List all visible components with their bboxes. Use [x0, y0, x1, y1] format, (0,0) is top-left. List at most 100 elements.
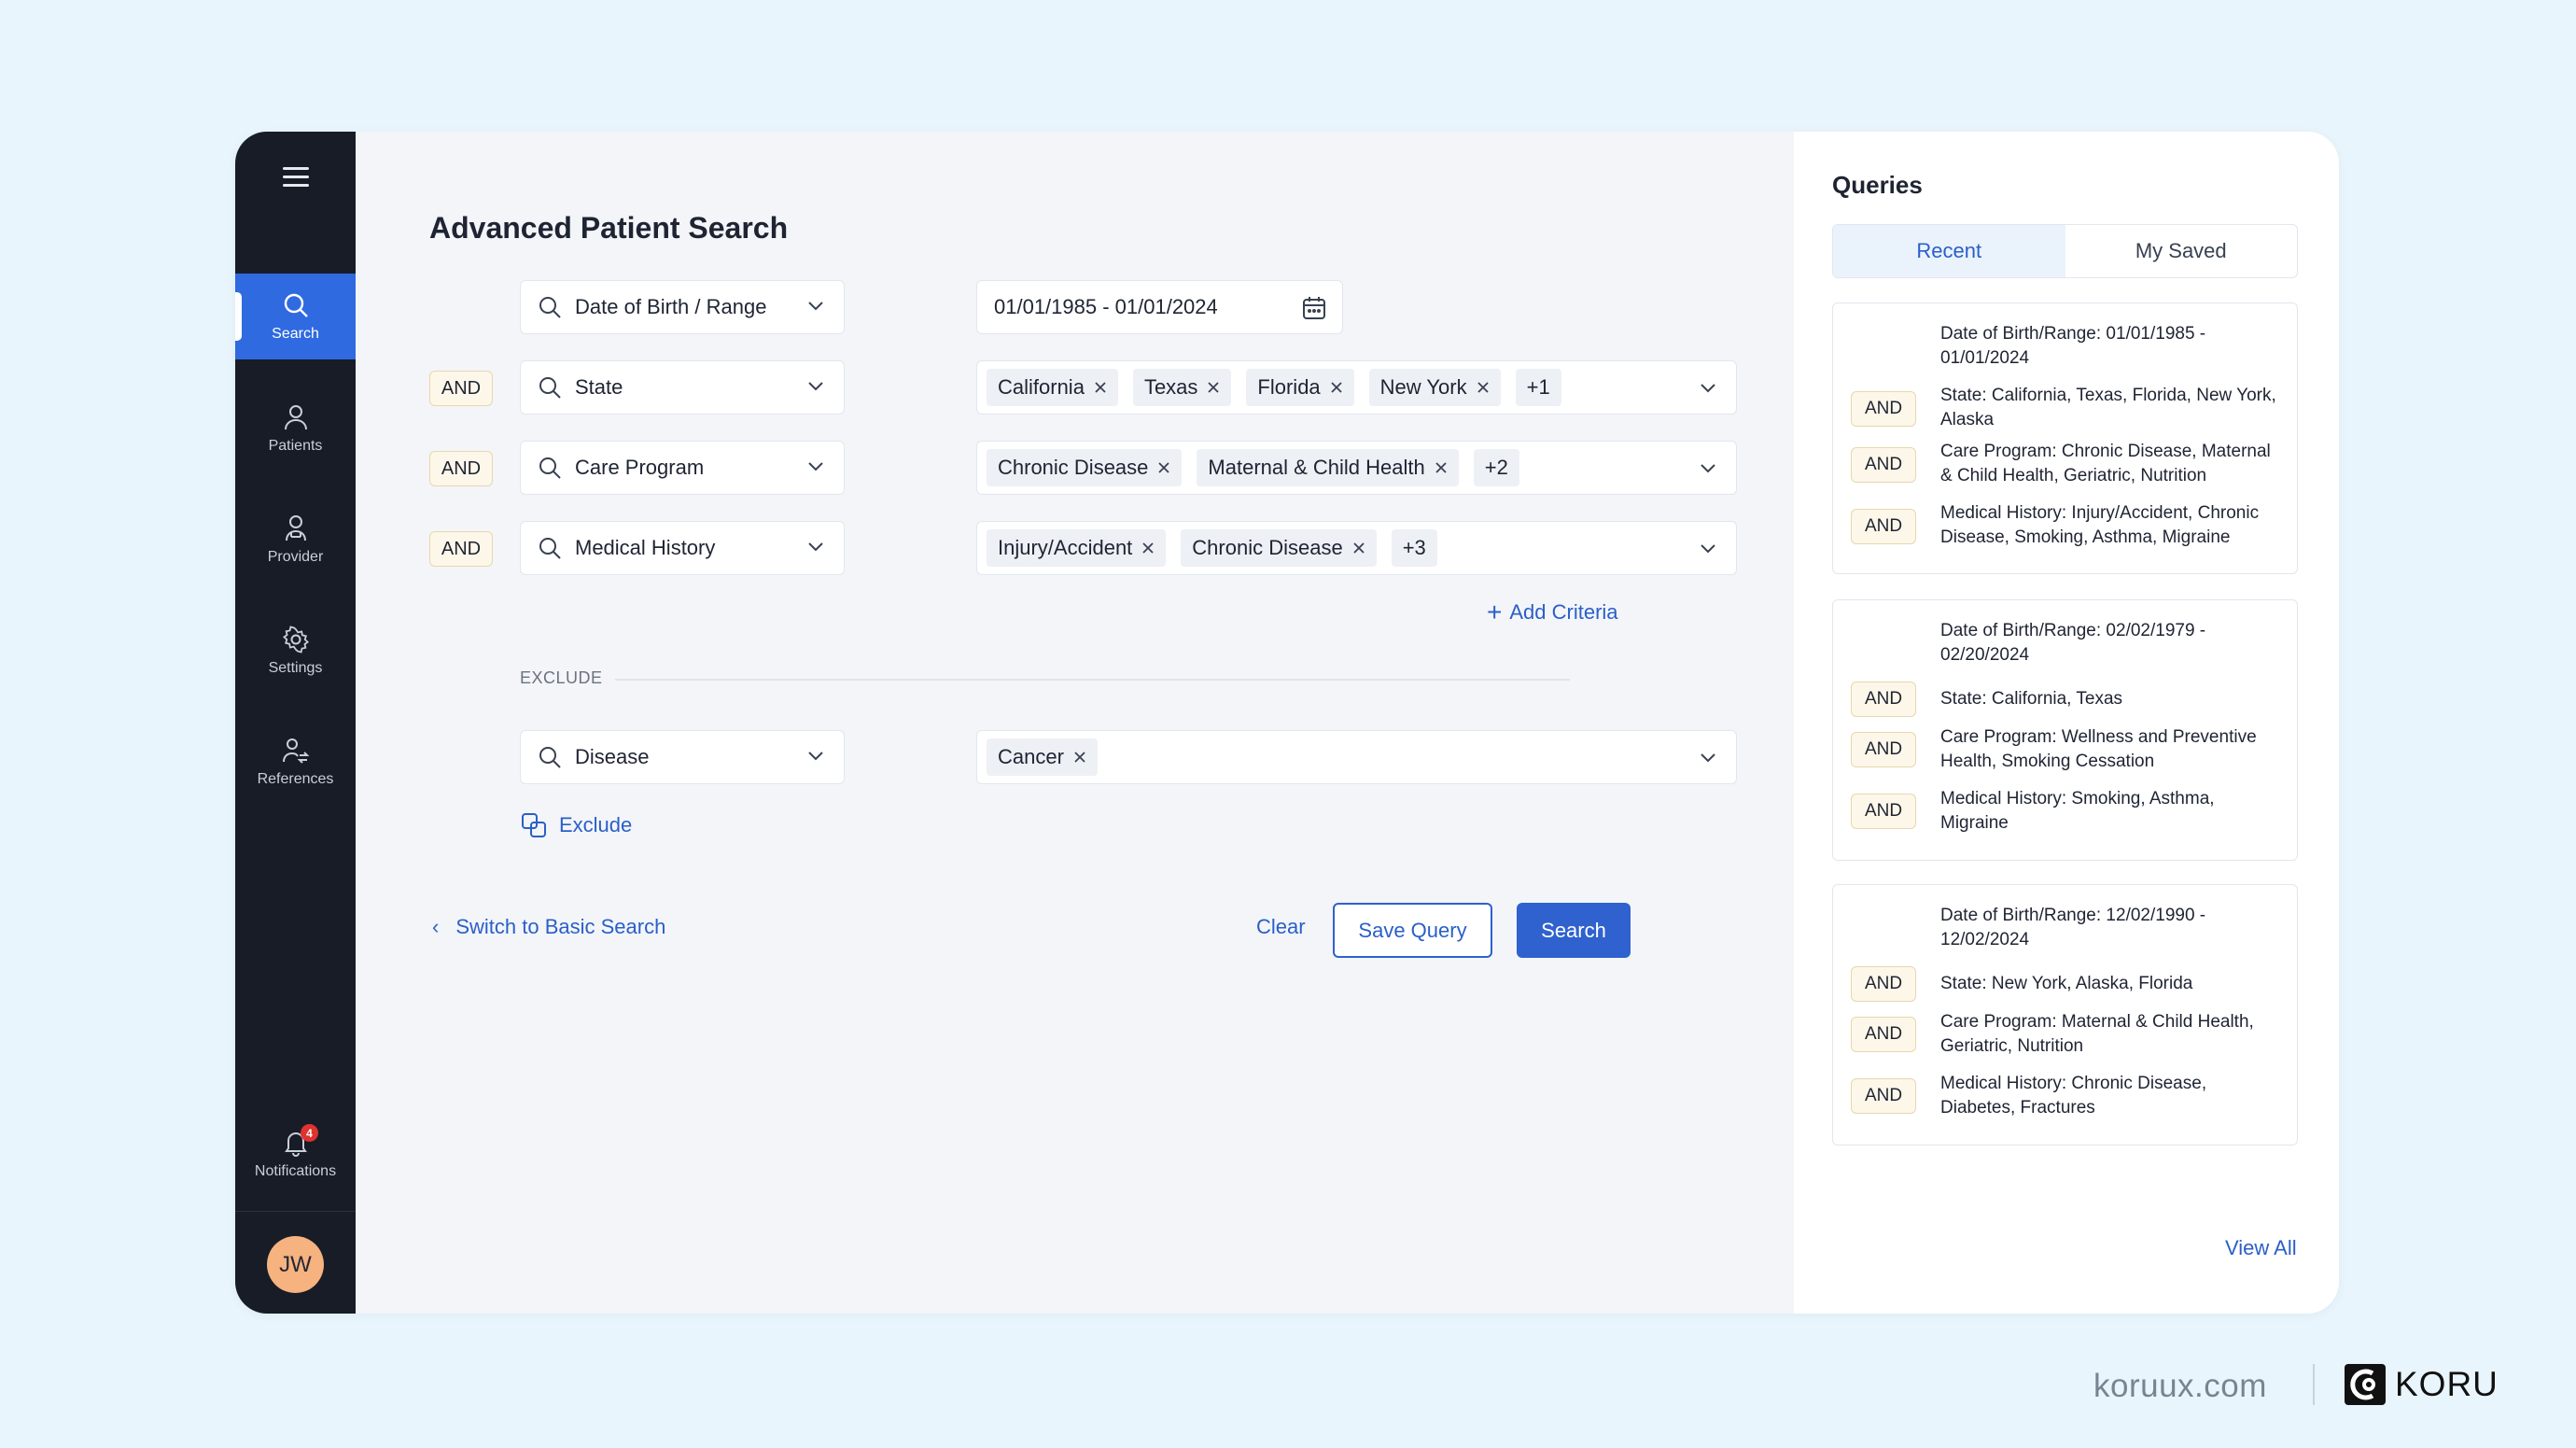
clear-button[interactable]: Clear [1256, 915, 1306, 939]
koru-logo-icon [2345, 1364, 2386, 1405]
calendar-icon[interactable] [1301, 295, 1327, 321]
and-operator[interactable]: AND [429, 371, 493, 406]
close-icon[interactable] [1330, 381, 1343, 394]
close-icon[interactable] [1157, 461, 1170, 474]
and-tag: AND [1851, 1017, 1916, 1052]
tab-recent[interactable]: Recent [1833, 225, 2065, 277]
query-line: Care Program: Maternal & Child Health, G… [1940, 1012, 2254, 1056]
field-select-disease[interactable]: Disease [520, 730, 845, 784]
brand-separator [2313, 1364, 2315, 1405]
close-icon[interactable] [1094, 381, 1107, 394]
menu-icon[interactable] [283, 167, 309, 190]
chip: Maternal & Child Health [1197, 449, 1459, 486]
add-criteria-button[interactable]: + Add Criteria [1487, 599, 1618, 626]
criteria-row-state: AND State California Texas Florida New Y… [429, 360, 1737, 415]
criteria-row-medical-history: AND Medical History Injury/Accident Chro… [429, 521, 1737, 575]
query-line: Medical History: Smoking, Asthma, Migrai… [1940, 789, 2215, 833]
medical-history-values[interactable]: Injury/Accident Chronic Disease +3 [976, 521, 1737, 575]
close-icon[interactable] [1141, 541, 1155, 555]
chevron-down-icon [1701, 544, 1715, 554]
sidebar-item-references[interactable]: References [235, 719, 356, 805]
field-select-care-program[interactable]: Care Program [520, 441, 845, 495]
and-tag: AND [1851, 732, 1916, 767]
query-line: State: California, Texas, Florida, New Y… [1940, 386, 2276, 429]
query-card[interactable]: Date of Birth/Range: 01/01/1985 - 01/01/… [1832, 302, 2298, 574]
close-icon[interactable] [1207, 381, 1220, 394]
field-label: Disease [575, 745, 650, 768]
chevron-down-icon [808, 302, 823, 311]
chip-label: Chronic Disease [998, 456, 1149, 479]
chip: Injury/Accident [987, 529, 1167, 567]
switch-to-basic-search-link[interactable]: ‹ Switch to Basic Search [432, 915, 665, 939]
chevron-down-icon [808, 542, 823, 552]
chevron-left-icon: ‹ [432, 915, 440, 938]
state-values[interactable]: California Texas Florida New York +1 [976, 360, 1737, 415]
chip: Chronic Disease [1181, 529, 1377, 567]
search-button[interactable]: Search [1517, 903, 1631, 958]
criteria-row-care-program: AND Care Program Chronic Disease Materna… [429, 441, 1737, 495]
save-query-button[interactable]: Save Query [1333, 903, 1492, 958]
and-operator[interactable]: AND [429, 531, 493, 567]
gear-icon [282, 626, 309, 654]
query-dob: Date of Birth/Range: 01/01/1985 - 01/01/… [1940, 324, 2206, 368]
exclude-divider [615, 679, 1570, 681]
more-chip[interactable]: +2 [1473, 449, 1519, 486]
close-icon[interactable] [1352, 541, 1365, 555]
search-form: Advanced Patient Search Date of Birth / … [356, 132, 1794, 1314]
chip: California [987, 369, 1118, 406]
chip: Texas [1132, 369, 1232, 406]
queries-panel: Queries Recent My Saved Date of Birth/Ra… [1794, 132, 2339, 1314]
field-select-state[interactable]: State [520, 360, 845, 415]
disease-values[interactable]: Cancer [976, 730, 1737, 784]
date-range-value: 01/01/1985 - 01/01/2024 [994, 295, 1218, 318]
chevron-down-icon [808, 462, 823, 471]
chip-label: Maternal & Child Health [1208, 456, 1425, 479]
date-range-input[interactable]: 01/01/1985 - 01/01/2024 [976, 280, 1343, 334]
sidebar-divider [235, 1211, 356, 1212]
query-card[interactable]: Date of Birth/Range: 02/02/1979 - 02/20/… [1832, 599, 2298, 861]
close-icon[interactable] [1073, 751, 1086, 764]
app-window: Search Patients Provider Settings Refere… [235, 132, 2339, 1314]
search-icon [539, 538, 561, 559]
sidebar-item-patients[interactable]: Patients [235, 386, 356, 471]
and-operator[interactable]: AND [429, 451, 493, 486]
exclude-button[interactable]: Exclude [520, 811, 632, 839]
query-line: Medical History: Chronic Disease, Diabet… [1940, 1074, 2207, 1118]
sidebar-item-provider[interactable]: Provider [235, 497, 356, 583]
sidebar-item-search[interactable]: Search [235, 274, 356, 359]
sidebar-item-label: Patients [268, 438, 323, 454]
view-all-link[interactable]: View All [2225, 1236, 2297, 1260]
chip: Florida [1246, 369, 1354, 406]
field-select-dob[interactable]: Date of Birth / Range [520, 280, 845, 334]
add-criteria-label: Add Criteria [1509, 600, 1618, 624]
field-select-medical-history[interactable]: Medical History [520, 521, 845, 575]
more-chip[interactable]: +3 [1391, 529, 1437, 567]
search-icon [539, 457, 561, 479]
chip: Chronic Disease [987, 449, 1183, 486]
search-icon [539, 377, 561, 399]
and-tag: AND [1851, 391, 1916, 427]
field-label: Care Program [575, 456, 705, 479]
chevron-down-icon [808, 382, 823, 391]
avatar[interactable]: JW [267, 1236, 324, 1293]
and-tag: AND [1851, 1078, 1916, 1114]
chip: Cancer [987, 738, 1098, 776]
chevron-down-icon [1701, 384, 1715, 393]
field-label: State [575, 375, 623, 399]
sidebar-item-settings[interactable]: Settings [235, 608, 356, 694]
exclude-icon [522, 813, 546, 837]
and-tag: AND [1851, 447, 1916, 483]
tab-my-saved[interactable]: My Saved [2065, 225, 2298, 277]
brand-url: koruux.com [2093, 1368, 2267, 1404]
more-chip[interactable]: +1 [1515, 369, 1561, 406]
and-tag: AND [1851, 509, 1916, 544]
care-program-values[interactable]: Chronic Disease Maternal & Child Health … [976, 441, 1737, 495]
sidebar: Search Patients Provider Settings Refere… [235, 132, 356, 1314]
search-icon [284, 293, 308, 317]
close-icon[interactable] [1477, 381, 1490, 394]
query-card[interactable]: Date of Birth/Range: 12/02/1990 - 12/02/… [1832, 884, 2298, 1146]
sidebar-item-notifications[interactable]: 4 Notifications [235, 1111, 356, 1197]
page-title: Advanced Patient Search [429, 211, 789, 245]
brand-logo: KORU [2345, 1364, 2499, 1405]
close-icon[interactable] [1435, 461, 1448, 474]
